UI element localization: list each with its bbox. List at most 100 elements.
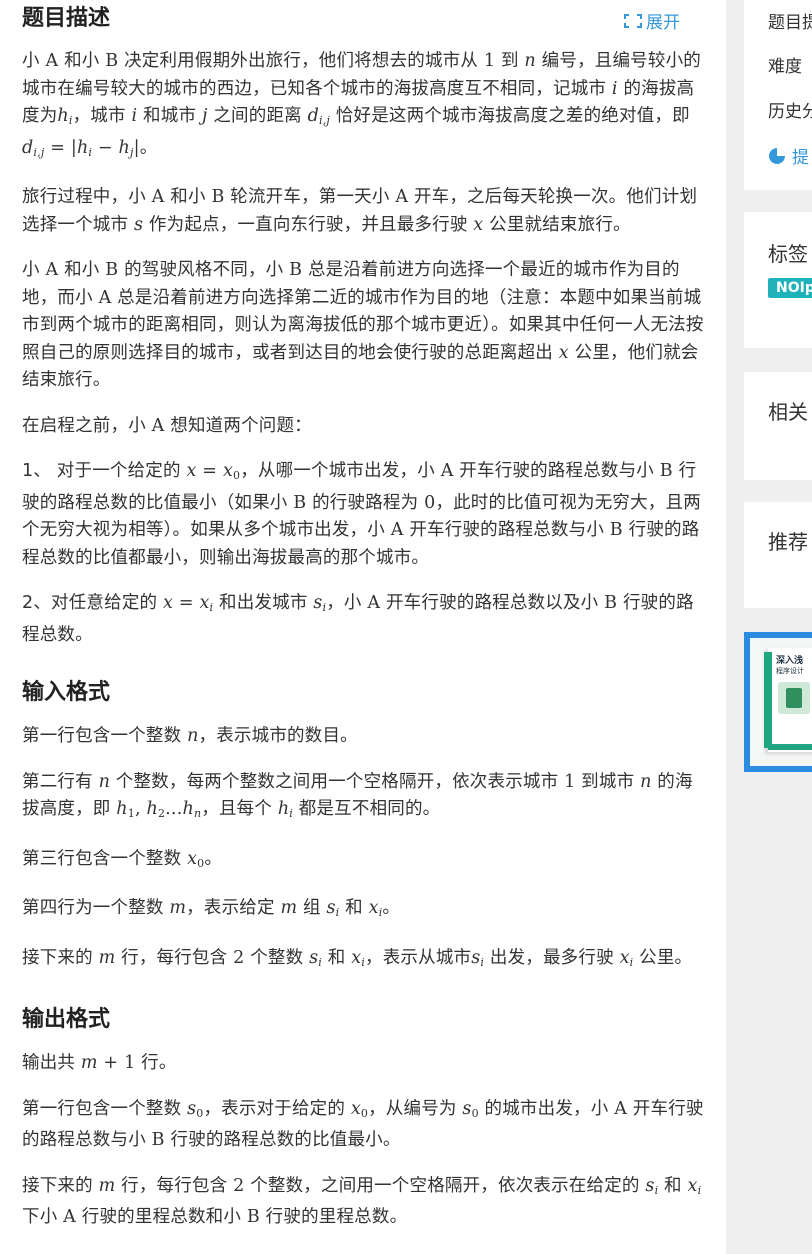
- math-fragment: A: [45, 51, 59, 71]
- text-fragment: 作为起点，一直向东行驶，并且最多行驶: [143, 214, 474, 235]
- math-fragment: d: [22, 137, 34, 158]
- math-fragment: x: [163, 593, 174, 613]
- book-advertisement[interactable]: 深入浅 程序设计: [744, 632, 812, 772]
- expand-label: 展开: [646, 13, 680, 33]
- related-title: 相关: [768, 400, 808, 424]
- input-paragraph-3: 第三行包含一个整数 x0。: [22, 846, 704, 878]
- text-fragment: ，表示对于给定的: [203, 1098, 351, 1119]
- desc-paragraph-5: 1、 对于一个给定的 x = x 0 ，从哪一个城市出发，小 A 开车行驶的路程总数…: [22, 458, 704, 572]
- book-cover-image: 深入浅 程序设计: [750, 638, 812, 766]
- text-fragment: 输出共: [22, 1053, 81, 1073]
- math-fragment: x: [619, 947, 630, 968]
- expand-button[interactable]: 展开: [624, 8, 680, 33]
- math-fragment: x: [199, 593, 210, 613]
- tags-title: 标签: [768, 242, 808, 266]
- text-fragment: 轮流开车，第一天小: [224, 187, 396, 207]
- text-fragment: 和城市: [137, 106, 202, 126]
- info-label-submitter: 题目提: [768, 13, 812, 33]
- text-fragment: 开车行驶的路程总数与小: [403, 520, 610, 540]
- math-fragment: i,j: [33, 145, 45, 159]
- math-fragment: x: [687, 1175, 698, 1196]
- math-fragment: 1: [127, 807, 135, 820]
- pie-chart-icon: [769, 147, 785, 164]
- math-fragment: 0: [471, 1106, 479, 1120]
- math-fragment: m: [169, 898, 187, 918]
- math-fragment: m: [98, 947, 116, 968]
- math-fragment: s: [133, 214, 144, 235]
- description-header: 题目描述 展开: [22, 0, 704, 38]
- book-title-line-2: 程序设计: [776, 667, 804, 675]
- math-fragment: h: [277, 799, 290, 819]
- input-paragraph-1: 第一行包含一个整数 n，表示城市的数目。: [22, 723, 704, 751]
- info-label-history: 历史分: [768, 102, 812, 122]
- math-fragment: m: [80, 1053, 98, 1073]
- description-title: 题目描述: [22, 6, 111, 31]
- math-fragment: B: [211, 187, 225, 207]
- text-fragment: ，表示从城市: [365, 947, 472, 968]
- text-fragment: 。: [139, 137, 158, 158]
- math-fragment: s: [309, 947, 319, 968]
- text-fragment: 开车行驶的路程总数以及小: [380, 593, 605, 613]
- text-fragment: 个整数: [244, 947, 310, 968]
- text-fragment: 1、 对于一个给定的: [22, 461, 187, 481]
- math-fragment: A: [395, 187, 409, 207]
- tag-noip[interactable]: NOIp: [768, 278, 812, 298]
- math-fragment: A: [367, 593, 381, 613]
- math-fragment: B: [105, 260, 119, 280]
- math-fragment: x: [186, 461, 197, 481]
- math-fragment: s: [645, 1175, 655, 1196]
- text-fragment: 行。: [135, 1053, 177, 1073]
- desc-paragraph-2: 旅行过程中，小 A 和小 B 轮流开车，第一天小 A 开车，之后每天轮换一次。他…: [22, 184, 704, 239]
- desc-paragraph-3: 小 A 和小 B 的驾驶风格不同，小 B 总是沿着前进方向选择一个最近的城市作为…: [22, 257, 704, 395]
- math-fragment: +: [97, 1053, 125, 1073]
- math-fragment: B: [604, 593, 618, 613]
- output-paragraph-2: 第一行包含一个整数 s0，表示对于给定的 x0，从编号为 s0 的城市出发，小 …: [22, 1096, 704, 1155]
- math-fragment: h: [76, 137, 89, 158]
- text-fragment: 在启程之前，小: [22, 415, 152, 436]
- related-card: 相关: [744, 372, 812, 480]
- math-fragment: =: [196, 461, 223, 481]
- text-fragment: 和: [339, 898, 369, 918]
- text-fragment: 行驶的路程总数的比值最小。: [164, 1130, 401, 1150]
- math-fragment: i: [697, 1183, 702, 1197]
- math-fragment: n: [524, 51, 536, 71]
- math-fragment: h: [57, 106, 69, 126]
- math-fragment: x: [350, 1098, 361, 1119]
- output-format-title: 输出格式: [22, 1007, 111, 1032]
- text-fragment: ，且每个: [201, 799, 278, 819]
- text-fragment: 公里就结束旅行。: [483, 214, 631, 235]
- text-fragment: 组: [297, 898, 327, 918]
- math-fragment: B: [246, 1207, 260, 1227]
- text-fragment: 。: [382, 898, 401, 918]
- math-fragment: B: [293, 492, 307, 513]
- submit-stat-link[interactable]: 提: [768, 143, 809, 168]
- output-paragraph-1: 输出共 m + 1 行。: [22, 1050, 704, 1078]
- recommend-title: 推荐: [768, 530, 808, 554]
- text-fragment: 行驶的里程总数和小: [76, 1207, 247, 1227]
- text-fragment: 行，每行包含: [115, 947, 234, 968]
- math-fragment: x: [187, 848, 198, 869]
- text-fragment: 和: [321, 947, 352, 968]
- recommend-card: 推荐: [744, 502, 812, 608]
- math-fragment: B: [289, 260, 303, 280]
- desc-paragraph-1: 小 A 和小 B 决定利用假期外出旅行，他们将想去的城市从 1 到 n 编号，且…: [22, 48, 704, 166]
- math-fragment: s: [462, 1098, 472, 1119]
- input-paragraph-4: 第四行为一个整数 m，表示给定 m 组 si 和 xi。: [22, 895, 704, 927]
- math-fragment: i,j: [319, 114, 331, 127]
- text-fragment: 个整数，每两个整数之间用一个空格隔开，依次表示城市: [110, 771, 565, 792]
- math-fragment: A: [390, 520, 404, 540]
- text-fragment: 第四行为一个整数: [22, 898, 170, 918]
- desc-paragraph-6: 2、对任意给定的 x = xi 和出发城市 si，小 A 开车行驶的路程总数以及…: [22, 590, 704, 649]
- math-fragment: s: [326, 898, 336, 918]
- math-fragment: 1: [124, 1053, 136, 1073]
- math-fragment: d: [307, 106, 320, 126]
- math-fragment: B: [609, 520, 623, 540]
- math-fragment: n: [187, 726, 199, 746]
- output-paragraph-3: 接下来的 m 行，每行包含 2 个整数，之间用一个空格隔开，依次表示在给定的 s…: [22, 1173, 704, 1232]
- text-fragment: ，从哪一个城市出发，小: [240, 461, 441, 481]
- math-fragment: 2: [233, 1175, 245, 1196]
- desc-paragraph-4: 在启程之前，小 A 想知道两个问题：: [22, 413, 704, 441]
- text-fragment: ，表示城市的数目。: [198, 726, 358, 746]
- text-fragment: 旅行过程中，小: [22, 187, 152, 207]
- math-fragment: ...: [165, 799, 183, 819]
